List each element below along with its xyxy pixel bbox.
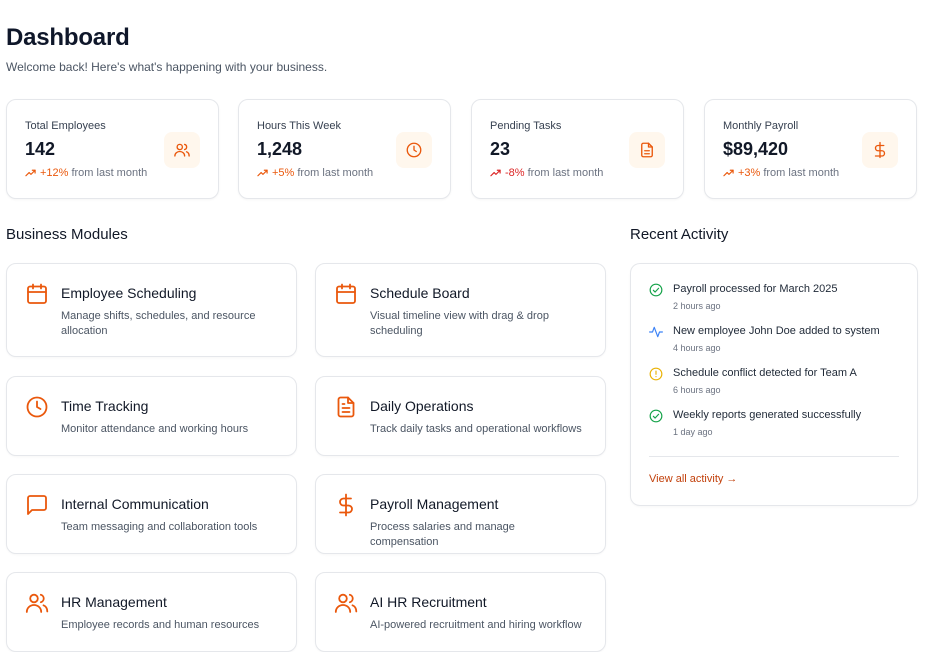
alert-circle-icon — [649, 367, 663, 381]
business-modules-title: Business Modules — [6, 226, 128, 243]
check-circle-icon — [649, 283, 663, 297]
stat-label: Pending Tasks — [490, 120, 562, 132]
activity-text: New employee John Doe added to system — [673, 325, 880, 337]
trend-down-icon — [490, 169, 501, 177]
module-description: AI-powered recruitment and hiring workfl… — [370, 619, 582, 631]
trend-up-icon — [257, 169, 268, 177]
dollar-icon — [862, 132, 898, 168]
module-title: Internal Communication — [61, 496, 209, 512]
stat-card-monthly-payroll: Monthly Payroll $89,420 +3% from last mo… — [704, 99, 917, 199]
module-internal-communication[interactable]: Internal Communication Team messaging an… — [6, 474, 297, 554]
module-hr-management[interactable]: HR Management Employee records and human… — [6, 572, 297, 652]
module-schedule-board[interactable]: Schedule Board Visual timeline view with… — [315, 263, 606, 357]
pulse-icon — [649, 326, 663, 338]
stat-change-suffix: from last month — [763, 167, 840, 179]
stat-label: Monthly Payroll — [723, 120, 799, 132]
module-title: Time Tracking — [61, 398, 149, 414]
activity-time: 1 day ago — [673, 427, 713, 437]
stat-value: $89,420 — [723, 139, 789, 159]
stat-value: 1,248 — [257, 139, 303, 159]
clock-icon — [26, 396, 48, 418]
module-title: Payroll Management — [370, 496, 499, 512]
page-subtitle: Welcome back! Here's what's happening wi… — [6, 60, 328, 74]
module-title: Schedule Board — [370, 285, 470, 301]
check-circle-icon — [649, 409, 663, 423]
calendar-icon — [27, 283, 47, 304]
clock-icon — [396, 132, 432, 168]
module-employee-scheduling[interactable]: Employee Scheduling Manage shifts, sched… — [6, 263, 297, 357]
stat-card-pending-tasks: Pending Tasks 23 -8% from last month — [471, 99, 684, 199]
stat-change: -8% — [505, 167, 525, 179]
stat-change: +12% — [40, 167, 69, 179]
stat-change: +5% — [272, 167, 295, 179]
stat-trend: +12% from last month — [25, 167, 147, 179]
stat-change-suffix: from last month — [527, 167, 604, 179]
stat-card-total-employees: Total Employees 142 +12% from last month — [6, 99, 219, 199]
dollar-icon — [339, 493, 353, 517]
module-description: Monitor attendance and working hours — [61, 423, 249, 435]
message-icon — [27, 495, 47, 515]
recent-activity-title: Recent Activity — [630, 226, 729, 243]
module-time-tracking[interactable]: Time Tracking Monitor attendance and wor… — [6, 376, 297, 456]
recent-activity-panel: Payroll processed for March 2025 2 hours… — [630, 263, 918, 506]
view-all-activity-link[interactable]: View all activity → — [649, 473, 737, 485]
activity-text: Weekly reports generated successfully — [673, 409, 862, 421]
stat-change-suffix: from last month — [71, 167, 148, 179]
stat-label: Total Employees — [25, 120, 106, 132]
stat-change: +3% — [738, 167, 761, 179]
page-title: Dashboard — [6, 24, 130, 51]
stat-label: Hours This Week — [257, 120, 341, 132]
stat-card-hours-this-week: Hours This Week 1,248 +5% from last mont… — [238, 99, 451, 199]
trend-up-icon — [25, 169, 36, 177]
activity-text: Schedule conflict detected for Team A — [673, 367, 857, 379]
module-description: Process salaries and manage compensation — [370, 521, 515, 548]
stat-trend: +5% from last month — [257, 167, 373, 179]
module-daily-operations[interactable]: Daily Operations Track daily tasks and o… — [315, 376, 606, 456]
users-icon — [25, 593, 49, 613]
document-icon — [337, 396, 355, 418]
module-title: HR Management — [61, 594, 167, 610]
module-description: Visual timeline view with drag & drop sc… — [370, 310, 549, 337]
module-description: Employee records and human resources — [61, 619, 260, 631]
stat-value: 23 — [490, 139, 511, 159]
module-title: AI HR Recruitment — [370, 594, 487, 610]
stat-change-suffix: from last month — [297, 167, 374, 179]
activity-time: 4 hours ago — [673, 343, 721, 353]
module-description: Track daily tasks and operational workfl… — [370, 423, 582, 435]
module-description: Manage shifts, schedules, and resource a… — [61, 310, 256, 337]
trend-up-icon — [723, 169, 734, 177]
activity-text: Payroll processed for March 2025 — [673, 283, 838, 295]
module-description: Team messaging and collaboration tools — [61, 521, 258, 533]
module-ai-hr-recruitment[interactable]: AI HR Recruitment AI-powered recruitment… — [315, 572, 606, 652]
users-icon — [334, 593, 358, 613]
calendar-icon — [336, 283, 356, 304]
stat-value: 142 — [25, 139, 56, 159]
module-payroll-management[interactable]: Payroll Management Process salaries and … — [315, 474, 606, 554]
activity-time: 2 hours ago — [673, 301, 721, 311]
module-title: Daily Operations — [370, 398, 474, 414]
stat-trend: -8% from last month — [490, 167, 603, 179]
stat-trend: +3% from last month — [723, 167, 839, 179]
activity-time: 6 hours ago — [673, 385, 721, 395]
users-icon — [164, 132, 200, 168]
document-icon — [629, 132, 665, 168]
module-title: Employee Scheduling — [61, 285, 197, 301]
divider — [649, 456, 899, 457]
